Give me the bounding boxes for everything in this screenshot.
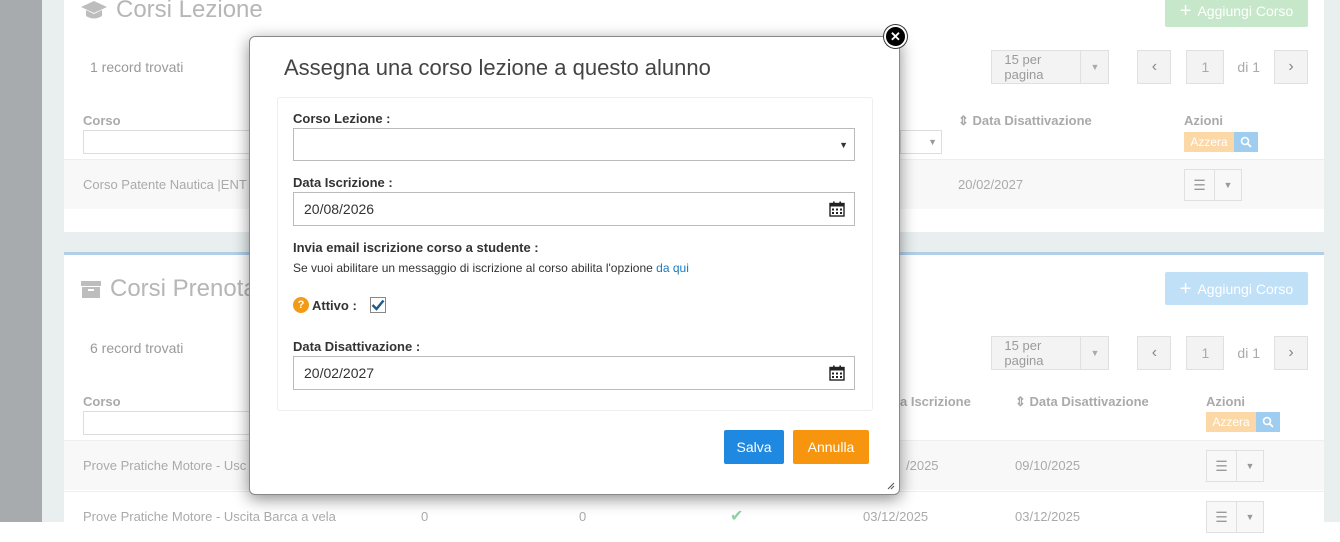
data-iscrizione-input[interactable]: 20/08/2026 [293, 192, 855, 226]
chevron-right-icon: › [1288, 344, 1294, 361]
chevron-down-icon: ▼ [928, 137, 937, 147]
column-header-corso[interactable]: Corso [83, 394, 121, 409]
corso-lezione-label: Corso Lezione : [293, 111, 391, 126]
data-disattivazione-input[interactable]: 20/02/2027 [293, 356, 855, 390]
add-course-label: Aggiungi Corso [1197, 2, 1294, 19]
attivo-checkbox[interactable] [370, 297, 386, 313]
email-note-text: Se vuoi abilitare un messaggio di iscriz… [293, 261, 653, 275]
per-page-value: 15 per pagina [1004, 52, 1044, 82]
add-course-button[interactable]: + Aggiungi Corso [1165, 0, 1308, 27]
row-actions[interactable]: ☰ ▼ [1206, 501, 1264, 533]
page-total: di 1 [1237, 59, 1260, 75]
panel-title-text: Corsi Prenota [110, 275, 257, 302]
resize-grip-icon[interactable] [887, 482, 895, 490]
prev-page-button[interactable]: ‹ [1137, 50, 1172, 84]
next-page-button[interactable]: › [1274, 50, 1308, 84]
email-label: Invia email iscrizione corso a studente … [293, 240, 539, 255]
next-page-button[interactable]: › [1274, 336, 1308, 370]
chevron-down-icon: ▼ [1080, 51, 1108, 83]
pagination: 15 per pagina ▼ ‹ 1 di 1 › [991, 336, 1308, 370]
menu-icon[interactable]: ☰ [1207, 451, 1237, 481]
row-actions[interactable]: ☰ ▼ [1184, 169, 1242, 201]
page-number-input[interactable]: 1 [1186, 336, 1225, 370]
chevron-down-icon[interactable]: ▼ [1215, 170, 1241, 200]
per-page-select[interactable]: 15 per pagina ▼ [991, 336, 1110, 370]
column-header-azioni: Azioni [1184, 113, 1223, 128]
chevron-left-icon: ‹ [1151, 344, 1158, 361]
column-header-azioni: Azioni [1206, 394, 1245, 409]
corso-lezione-select[interactable]: ▼ [293, 128, 855, 161]
question-circle-icon[interactable]: ? [293, 297, 309, 313]
plus-icon: + [1179, 0, 1192, 22]
record-count: 6 record trovati [90, 340, 184, 356]
chevron-down-icon[interactable]: ▼ [1237, 451, 1263, 481]
search-button[interactable] [1234, 132, 1258, 152]
cell-data-disattivazione: 20/02/2027 [958, 177, 1024, 192]
dialog-title: Assegna una corso lezione a questo alunn… [284, 55, 711, 80]
checkmark-icon [371, 299, 385, 311]
record-count: 1 record trovati [90, 59, 184, 75]
column-header-data-disattivazione[interactable]: ⇕ Data Disattivazione [1015, 394, 1149, 410]
prev-page-button[interactable]: ‹ [1137, 336, 1172, 370]
cell-data-disattivazione: 09/10/2025 [1015, 458, 1081, 473]
email-note: Se vuoi abilitare un messaggio di iscriz… [293, 261, 689, 275]
page-number-input[interactable]: 1 [1186, 50, 1225, 84]
page-total: di 1 [1237, 345, 1260, 361]
filter-select[interactable]: ▼ [900, 130, 942, 154]
search-icon [1262, 416, 1274, 428]
column-header-corso[interactable]: Corso [83, 113, 121, 128]
attivo-label: Attivo : [312, 298, 357, 313]
save-button[interactable]: Salva [724, 430, 784, 464]
sort-icon: ⇕ [1015, 394, 1026, 409]
archive-box-icon [80, 278, 102, 300]
check-icon: ✔ [730, 508, 744, 525]
chevron-down-icon[interactable]: ▼ [1237, 502, 1263, 532]
sort-icon: ⇕ [958, 113, 969, 128]
assign-course-dialog: Assegna una corso lezione a questo alunn… [249, 36, 900, 495]
cancel-button[interactable]: Annulla [793, 430, 869, 464]
menu-icon[interactable]: ☰ [1185, 170, 1215, 200]
chevron-down-icon: ▼ [839, 139, 848, 150]
cell-data-iscrizione: /2025 [906, 458, 939, 473]
data-disattivazione-value: 20/02/2027 [304, 365, 375, 381]
email-settings-link[interactable]: da qui [656, 261, 689, 275]
left-sidebar-strip [0, 0, 42, 522]
add-course-label: Aggiungi Corso [1197, 280, 1294, 297]
chevron-down-icon: ▼ [1080, 337, 1108, 369]
calendar-icon [829, 365, 845, 381]
data-iscrizione-label: Data Iscrizione : [293, 175, 393, 190]
data-iscrizione-value: 20/08/2026 [304, 201, 375, 217]
column-header-label: Data Disattivazione [1029, 394, 1149, 409]
panel-title-text: Corsi Lezione [116, 0, 263, 23]
table-row: Prove Pratiche Motore - Uscita Barca a v… [64, 491, 1324, 541]
search-icon [1240, 136, 1252, 148]
add-course-button[interactable]: + Aggiungi Corso [1165, 272, 1308, 305]
column-header-label: Data Disattivazione [972, 113, 1092, 128]
column-header-data-iscrizione[interactable]: a Iscrizione [900, 394, 971, 409]
reset-filters-button[interactable]: Azzera [1206, 412, 1256, 432]
pagination: 15 per pagina ▼ ‹ 1 di 1 › [991, 50, 1308, 84]
cell-corso: Corso Patente Nautica |ENT [83, 177, 247, 192]
calendar-icon [829, 201, 845, 217]
plus-icon: + [1179, 277, 1192, 300]
graduation-cap-icon [80, 0, 108, 21]
chevron-right-icon: › [1288, 58, 1294, 75]
panel-title: Corsi Prenota [80, 275, 257, 303]
per-page-value: 15 per pagina [1004, 338, 1044, 368]
search-button[interactable] [1256, 412, 1280, 432]
cell-corso: Prove Pratiche Motore - Usc [83, 458, 247, 473]
menu-icon[interactable]: ☰ [1207, 502, 1237, 532]
column-header-data-disattivazione[interactable]: ⇕ Data Disattivazione [958, 113, 1092, 129]
chevron-left-icon: ‹ [1151, 58, 1158, 75]
row-actions[interactable]: ☰ ▼ [1206, 450, 1264, 482]
reset-filters-button[interactable]: Azzera [1184, 132, 1234, 152]
close-icon[interactable]: ✕ [884, 25, 907, 48]
per-page-select[interactable]: 15 per pagina ▼ [991, 50, 1110, 84]
panel-title: Corsi Lezione [80, 0, 263, 24]
data-disattivazione-label: Data Disattivazione : [293, 339, 421, 354]
